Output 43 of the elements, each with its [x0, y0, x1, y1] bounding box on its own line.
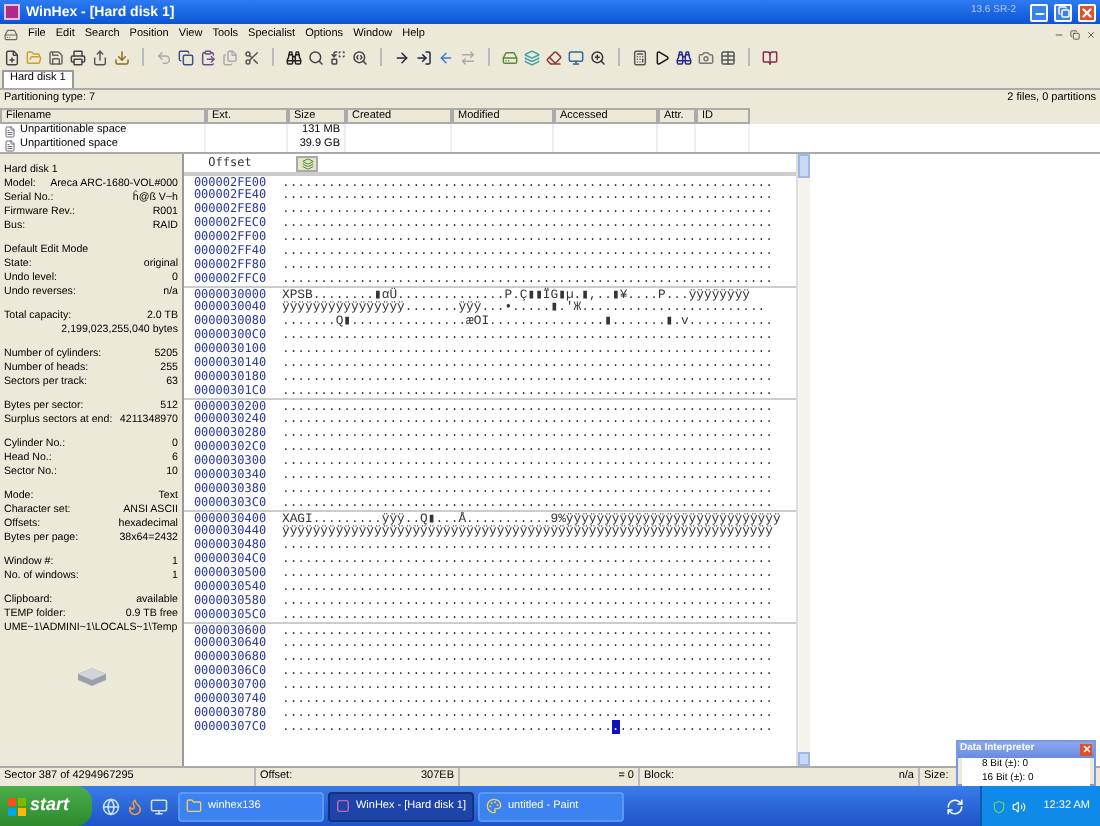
refresh-icon[interactable]: [945, 797, 964, 815]
desktop-icon[interactable]: [150, 797, 168, 815]
windows-logo-icon: [8, 797, 26, 815]
monitor-icon[interactable]: [568, 49, 584, 65]
zoom-icon[interactable]: [590, 49, 606, 65]
folder-icon: [186, 798, 202, 814]
table-icon[interactable]: [720, 49, 736, 65]
calculator-icon[interactable]: [632, 49, 648, 65]
close-icon: [1081, 744, 1091, 755]
book-icon[interactable]: [762, 49, 778, 65]
search-icon[interactable]: [308, 49, 324, 65]
new-file-icon[interactable]: [4, 49, 20, 65]
binoculars-icon[interactable]: [286, 49, 302, 65]
binoculars-icon[interactable]: [676, 49, 692, 65]
close-icon: [1080, 5, 1094, 19]
copy-icon[interactable]: [178, 49, 194, 65]
restore-icon: [1057, 6, 1069, 18]
disk-icon[interactable]: [4, 27, 18, 41]
restore-icon[interactable]: [1070, 29, 1080, 39]
eraser-icon[interactable]: [546, 49, 562, 65]
speaker-icon[interactable]: [1011, 799, 1026, 813]
maximize-button[interactable]: [1054, 3, 1072, 21]
paint-icon: [486, 798, 502, 814]
minimize-button[interactable]: [1030, 3, 1048, 21]
scroll-thumb[interactable]: [798, 154, 810, 178]
save-icon[interactable]: [48, 49, 64, 65]
view-mode-button[interactable]: [296, 155, 318, 171]
layers-icon: [301, 157, 313, 169]
layers-icon[interactable]: [524, 49, 540, 65]
hard-drive-icon: [75, 666, 107, 686]
app-icon: [4, 4, 20, 20]
browser-icon[interactable]: [102, 797, 120, 815]
close-button[interactable]: [1078, 3, 1096, 21]
cut-icon[interactable]: [244, 49, 260, 65]
play-icon[interactable]: [654, 49, 670, 65]
printer-icon[interactable]: [70, 49, 86, 65]
camera-icon[interactable]: [698, 49, 714, 65]
arrow-left-icon[interactable]: [438, 49, 454, 65]
hex-search-icon[interactable]: [352, 49, 368, 65]
arrow-right-icon[interactable]: [394, 49, 410, 65]
app-icon: [336, 798, 350, 814]
close-button[interactable]: [1080, 743, 1092, 756]
paste-icon[interactable]: [200, 49, 216, 65]
